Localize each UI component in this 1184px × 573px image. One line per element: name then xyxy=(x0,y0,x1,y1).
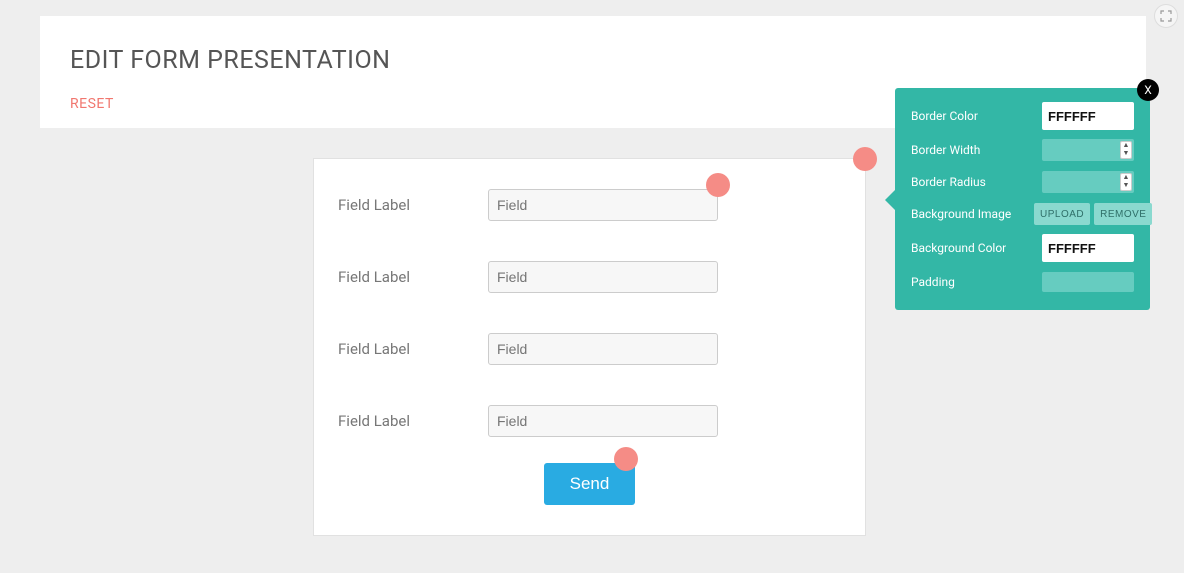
upload-button[interactable]: UPLOAD xyxy=(1034,203,1090,225)
expand-handle[interactable] xyxy=(1154,4,1178,28)
page-title: EDIT FORM PRESENTATION xyxy=(70,46,1116,75)
popover-arrow-icon xyxy=(885,188,897,212)
hotspot-field[interactable] xyxy=(706,173,730,197)
border-radius-stepper[interactable]: ▲▼ xyxy=(1042,171,1134,193)
prop-label: Border Width xyxy=(911,143,988,157)
stepper-icon[interactable]: ▲▼ xyxy=(1120,173,1132,191)
prop-label: Background Color xyxy=(911,241,1014,255)
expand-icon xyxy=(1159,9,1173,23)
border-color-input[interactable] xyxy=(1042,102,1134,130)
reset-link[interactable]: RESET xyxy=(70,96,114,112)
properties-panel: X Border Color Border Width ▲▼ Border Ra… xyxy=(895,88,1150,310)
prop-row-bg-image: Background Image UPLOAD REMOVE xyxy=(911,202,1134,226)
prop-row-bg-color: Background Color xyxy=(911,234,1134,262)
field-label: Field Label xyxy=(338,412,488,430)
stepper-icon[interactable]: ▲▼ xyxy=(1120,141,1132,159)
form-row: Field Label xyxy=(338,405,841,437)
prop-row-border-color: Border Color xyxy=(911,102,1134,130)
form-row: Field Label xyxy=(338,189,841,221)
prop-label: Border Radius xyxy=(911,175,994,189)
bg-color-input[interactable] xyxy=(1042,234,1134,262)
border-width-stepper[interactable]: ▲▼ xyxy=(1042,139,1134,161)
field-input[interactable] xyxy=(488,405,718,437)
field-input[interactable] xyxy=(488,333,718,365)
prop-row-padding: Padding xyxy=(911,270,1134,294)
prop-label: Padding xyxy=(911,275,963,289)
hotspot-submit[interactable] xyxy=(614,447,638,471)
prop-row-border-width: Border Width ▲▼ xyxy=(911,138,1134,162)
hotspot-form-corner[interactable] xyxy=(853,147,877,171)
field-input[interactable] xyxy=(488,189,718,221)
prop-label: Border Color xyxy=(911,109,986,123)
form-preview: Field Label Field Label Field Label Fiel… xyxy=(313,158,866,536)
prop-row-border-radius: Border Radius ▲▼ xyxy=(911,170,1134,194)
padding-input[interactable] xyxy=(1042,272,1134,292)
field-label: Field Label xyxy=(338,196,488,214)
submit-row: Send xyxy=(338,463,841,505)
field-label: Field Label xyxy=(338,340,488,358)
remove-button[interactable]: REMOVE xyxy=(1094,203,1152,225)
close-button[interactable]: X xyxy=(1137,79,1159,101)
prop-label: Background Image xyxy=(911,207,1019,221)
field-label: Field Label xyxy=(338,268,488,286)
form-row: Field Label xyxy=(338,333,841,365)
field-input[interactable] xyxy=(488,261,718,293)
form-row: Field Label xyxy=(338,261,841,293)
